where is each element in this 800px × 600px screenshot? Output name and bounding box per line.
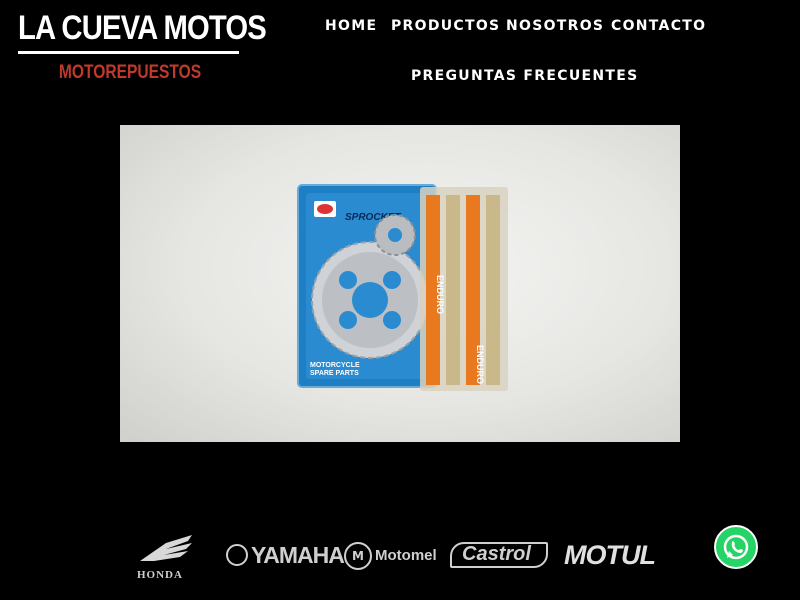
honda-wing-icon bbox=[140, 535, 192, 561]
sprocket-package: SPROCKET MOTORCYCLE SPARE PARTS bbox=[297, 184, 437, 388]
castrol-text: Castrol bbox=[462, 543, 531, 565]
motul-text: MOTUL bbox=[564, 540, 656, 570]
nav-nosotros[interactable]: NOSOTROS bbox=[506, 18, 604, 34]
nav-preguntas-frecuentes[interactable]: PREGUNTAS FRECUENTES bbox=[411, 68, 638, 84]
package-caption-1: MOTORCYCLE bbox=[310, 362, 360, 369]
brand-logos-strip: HONDA YAMAHA M Motomel Castrol MOTUL bbox=[130, 530, 670, 586]
motul-logo: MOTUL bbox=[564, 540, 656, 571]
package-caption-2: SPARE PARTS bbox=[310, 370, 359, 377]
chain-package: ENDURO ENDURO bbox=[420, 187, 508, 391]
chain-brand-label: ENDURO bbox=[435, 275, 445, 314]
yamaha-tuning-fork-icon bbox=[226, 544, 248, 566]
honda-text: HONDA bbox=[137, 569, 183, 581]
hero-product-image: SPROCKET MOTORCYCLE SPARE PARTS ENDURO E… bbox=[120, 125, 680, 442]
whatsapp-button[interactable] bbox=[714, 525, 758, 569]
nav-home[interactable]: HOME bbox=[325, 18, 377, 34]
logo-title: LA CUEVA MOTOS bbox=[18, 9, 267, 47]
motomel-text: Motomel bbox=[375, 547, 437, 564]
yamaha-text: YAMAHA bbox=[251, 542, 345, 568]
logo-subtitle: MOTOREPUESTOS bbox=[58, 62, 202, 83]
motomel-m-icon: M bbox=[344, 542, 372, 570]
logo-divider bbox=[18, 51, 239, 54]
castrol-logo: Castrol bbox=[450, 542, 548, 570]
site-header: LA CUEVA MOTOS MOTOREPUESTOS HOME PRODUC… bbox=[0, 0, 800, 110]
site-logo[interactable]: LA CUEVA MOTOS MOTOREPUESTOS bbox=[18, 8, 267, 84]
honda-logo: HONDA bbox=[136, 533, 194, 581]
product-photo: SPROCKET MOTORCYCLE SPARE PARTS ENDURO E… bbox=[297, 184, 508, 391]
whatsapp-icon bbox=[723, 534, 749, 560]
chain-brand-label: ENDURO bbox=[475, 345, 485, 384]
nav-productos[interactable]: PRODUCTOS bbox=[391, 18, 500, 34]
nav-contacto[interactable]: CONTACTO bbox=[611, 18, 706, 34]
